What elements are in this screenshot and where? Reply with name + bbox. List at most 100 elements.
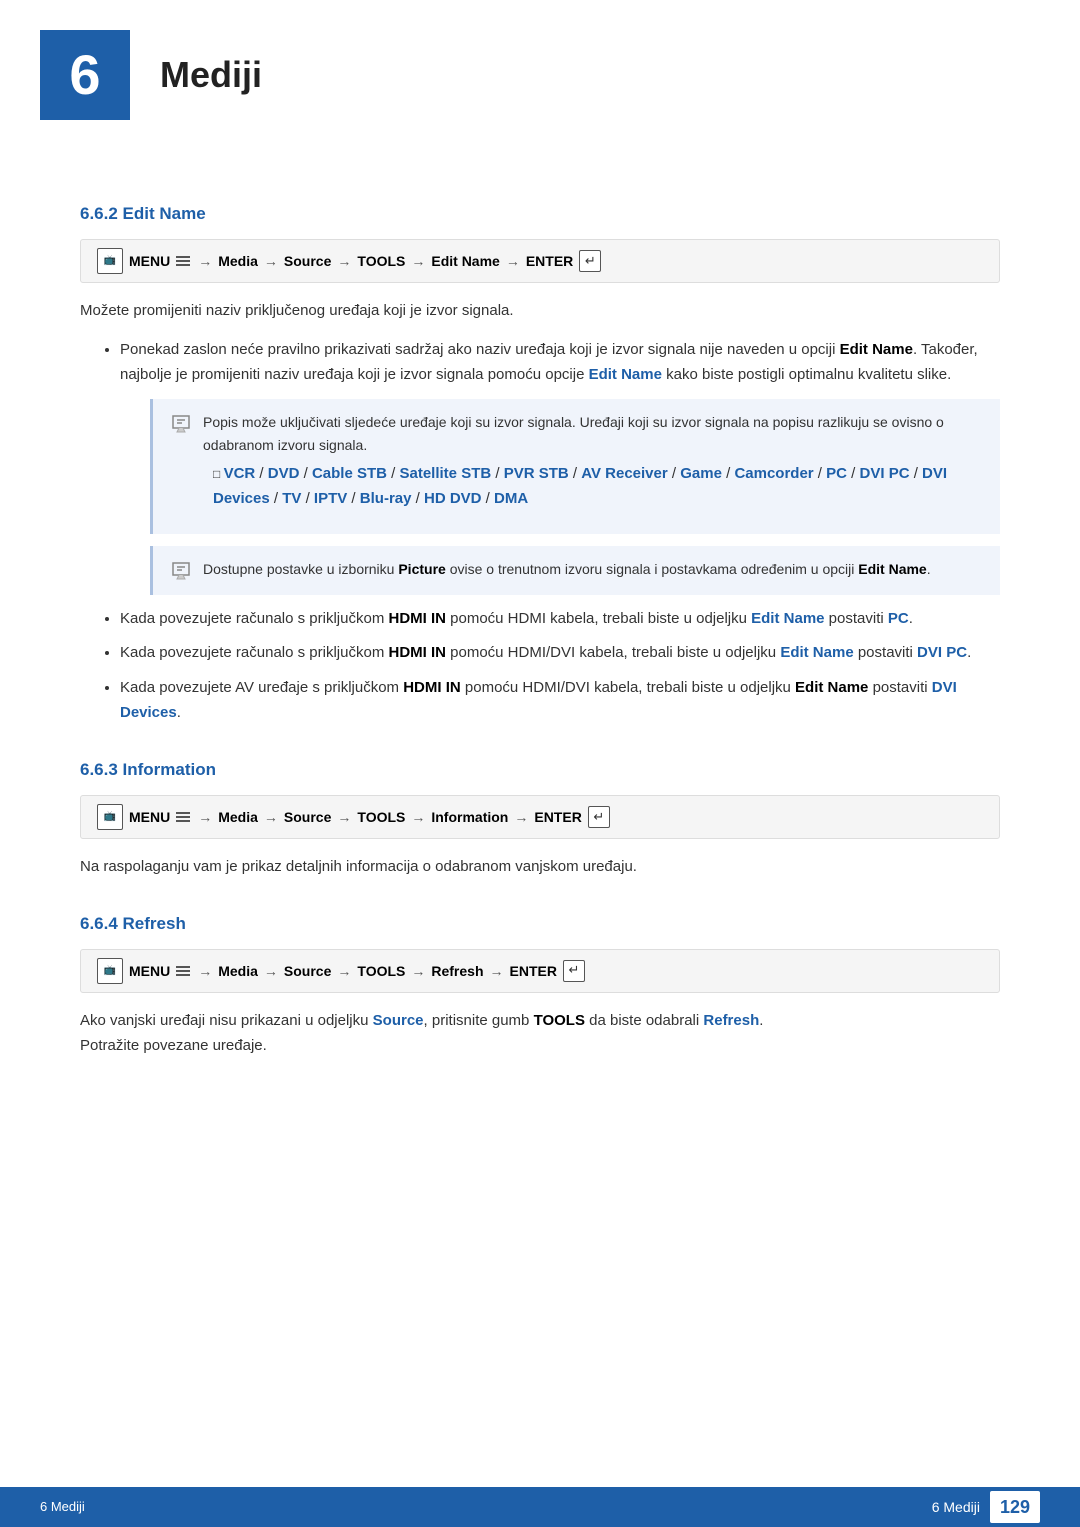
vcr: VCR bbox=[224, 465, 256, 482]
note-box-1: Popis može uključivati sljedeće uređaje … bbox=[150, 399, 1000, 533]
nav-editname-1: Edit Name bbox=[431, 250, 499, 272]
menu-remote-icon-3: 📺 bbox=[97, 958, 123, 984]
hdmi-in-ref-2: HDMI IN bbox=[388, 644, 446, 661]
nav-tools-1: TOOLS bbox=[357, 250, 405, 272]
nav-source-2: Source bbox=[284, 806, 331, 828]
menu-bars-icon bbox=[176, 256, 190, 266]
bullet-662-3: Kada povezujete računalo s priključkom H… bbox=[120, 641, 1000, 666]
bullet-662-4: Kada povezujete AV uređaje s priključkom… bbox=[120, 676, 1000, 726]
section-663-heading: 6.6.3 Information bbox=[80, 756, 1000, 783]
bullet-list-662: Ponekad zaslon neće pravilno prikazivati… bbox=[80, 338, 1000, 726]
note-sublist-1: VCR / DVD / Cable STB / Satellite STB / … bbox=[203, 462, 984, 512]
nav-source-1: Source bbox=[284, 250, 331, 272]
nav-information: Information bbox=[431, 806, 508, 828]
tv: TV bbox=[282, 490, 301, 507]
iptv: IPTV bbox=[314, 490, 347, 507]
nav-path-663: 📺 MENU → Media → Source → TOOLS → Inform… bbox=[80, 795, 1000, 839]
cable-stb: Cable STB bbox=[312, 465, 387, 482]
nav-path-664: 📺 MENU → Media → Source → TOOLS → Refres… bbox=[80, 949, 1000, 993]
edit-name-ref-2: Edit Name bbox=[589, 366, 662, 383]
section-662-heading: 6.6.2 Edit Name bbox=[80, 200, 1000, 227]
nav-arrow-4: → bbox=[411, 250, 425, 272]
footer-chapter-label: 6 Mediji bbox=[932, 1496, 980, 1518]
main-content: 6.6.2 Edit Name 📺 MENU → Media → Source … bbox=[0, 150, 1080, 1152]
hdmi-in-ref-3: HDMI IN bbox=[403, 679, 461, 696]
chapter-number-box: 6 bbox=[40, 30, 130, 120]
menu-remote-icon-2: 📺 bbox=[97, 804, 123, 830]
pc-ref-1: PC bbox=[888, 610, 909, 627]
menu-bars-icon-3 bbox=[176, 966, 190, 976]
pvr-stb: PVR STB bbox=[504, 465, 569, 482]
refresh-ref: Refresh bbox=[703, 1012, 759, 1029]
nav-enter-label-3: ENTER bbox=[510, 960, 557, 982]
nav-source-3: Source bbox=[284, 960, 331, 982]
nav-arrow-10: → bbox=[514, 806, 528, 828]
nav-arrow-13: → bbox=[337, 960, 351, 982]
tools-ref: TOOLS bbox=[534, 1012, 585, 1029]
note-icon-2 bbox=[169, 559, 193, 583]
menu-bars-icon-2 bbox=[176, 812, 190, 822]
nav-enter-label-1: ENTER bbox=[526, 250, 573, 272]
nav-arrow-14: → bbox=[411, 960, 425, 982]
chapter-number: 6 bbox=[69, 30, 100, 120]
bullet-662-2: Kada povezujete računalo s priključkom H… bbox=[120, 607, 1000, 632]
bluray: Blu-ray bbox=[360, 490, 412, 507]
nav-arrow-2: → bbox=[264, 250, 278, 272]
note-icon-1 bbox=[169, 412, 193, 436]
note-box-2: Dostupne postavke u izborniku Picture ov… bbox=[150, 546, 1000, 595]
nav-arrow-8: → bbox=[337, 806, 351, 828]
nav-menu-label-2: MENU bbox=[129, 806, 170, 828]
hdmi-in-ref-1: HDMI IN bbox=[388, 610, 446, 627]
dvi-pc: DVI PC bbox=[860, 465, 910, 482]
edit-name-ref-1: Edit Name bbox=[840, 341, 913, 358]
note-text-1: Popis može uključivati sljedeće uređaje … bbox=[203, 411, 984, 521]
nav-media-3: Media bbox=[218, 960, 258, 982]
body-664: Ako vanjski uređaji nisu prikazani u odj… bbox=[80, 1009, 1000, 1059]
nav-tools-2: TOOLS bbox=[357, 806, 405, 828]
camcorder: Camcorder bbox=[734, 465, 813, 482]
av-receiver: AV Receiver bbox=[581, 465, 667, 482]
nav-arrow-12: → bbox=[264, 960, 278, 982]
enter-icon-1: ↵ bbox=[579, 250, 601, 272]
edit-name-ref-3: Edit Name bbox=[858, 561, 926, 577]
body-662: Možete promijeniti naziv priključenog ur… bbox=[80, 299, 1000, 324]
edit-name-ref-5: Edit Name bbox=[780, 644, 853, 661]
dvi-pc-ref-1: DVI PC bbox=[917, 644, 967, 661]
footer: 6 Mediji 6 Mediji 129 bbox=[0, 1487, 1080, 1527]
nav-arrow-15: → bbox=[490, 960, 504, 982]
nav-arrow-3: → bbox=[337, 250, 351, 272]
menu-remote-icon: 📺 bbox=[97, 248, 123, 274]
enter-icon-3: ↵ bbox=[563, 960, 585, 982]
nav-media-1: Media bbox=[218, 250, 258, 272]
nav-arrow-9: → bbox=[411, 806, 425, 828]
nav-tools-3: TOOLS bbox=[357, 960, 405, 982]
dvd: DVD bbox=[268, 465, 300, 482]
picture-ref: Picture bbox=[398, 561, 445, 577]
enter-icon-2: ↵ bbox=[588, 806, 610, 828]
footer-page-number: 129 bbox=[990, 1491, 1040, 1524]
chapter-title: Mediji bbox=[160, 46, 262, 104]
note-text-2: Dostupne postavke u izborniku Picture ov… bbox=[203, 558, 931, 580]
body-663: Na raspolaganju vam je prikaz detaljnih … bbox=[80, 855, 1000, 880]
satellite-stb: Satellite STB bbox=[400, 465, 492, 482]
nav-menu-label-3: MENU bbox=[129, 960, 170, 982]
hd-dvd: HD DVD bbox=[424, 490, 482, 507]
section-664-heading: 6.6.4 Refresh bbox=[80, 910, 1000, 937]
source-ref: Source bbox=[373, 1012, 424, 1029]
nav-path-662: 📺 MENU → Media → Source → TOOLS → Edit N… bbox=[80, 239, 1000, 283]
edit-name-ref-6: Edit Name bbox=[795, 679, 868, 696]
nav-refresh: Refresh bbox=[431, 960, 483, 982]
nav-arrow-5: → bbox=[506, 250, 520, 272]
nav-media-2: Media bbox=[218, 806, 258, 828]
bullet-662-1: Ponekad zaslon neće pravilno prikazivati… bbox=[120, 338, 1000, 595]
footer-left-label: 6 Mediji bbox=[40, 1497, 85, 1518]
game: Game bbox=[680, 465, 722, 482]
nav-arrow-11: → bbox=[198, 960, 212, 982]
edit-name-ref-4: Edit Name bbox=[751, 610, 824, 627]
nav-arrow-1: → bbox=[198, 250, 212, 272]
note-sublist-item-1: VCR / DVD / Cable STB / Satellite STB / … bbox=[213, 462, 984, 512]
nav-arrow-7: → bbox=[264, 806, 278, 828]
nav-arrow-6: → bbox=[198, 806, 212, 828]
nav-enter-label-2: ENTER bbox=[534, 806, 581, 828]
dma: DMA bbox=[494, 490, 528, 507]
